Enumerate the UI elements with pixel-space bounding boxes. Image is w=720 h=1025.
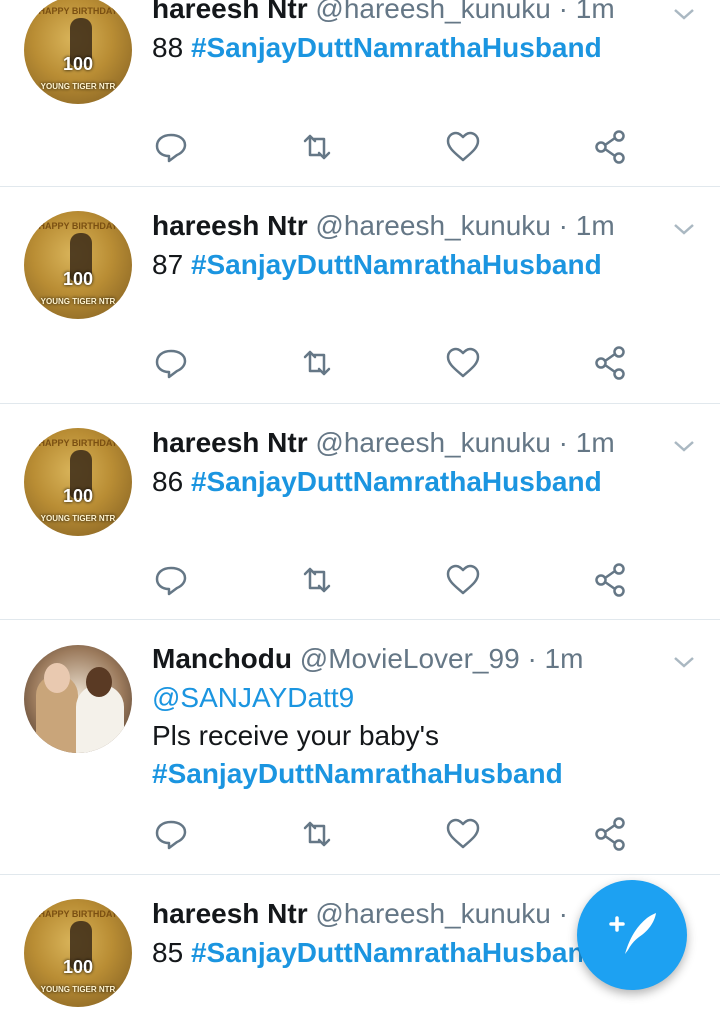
share-icon[interactable] <box>591 560 631 600</box>
avatar-caption-top: HAPPY BIRTHDAY <box>38 438 118 448</box>
avatar[interactable]: HAPPY BIRTHDAY 100 YOUNG TIGER NTR <box>24 0 132 104</box>
tweet-number: 87 <box>152 249 184 280</box>
retweet-icon[interactable] <box>297 127 337 167</box>
chevron-down-icon[interactable] <box>671 4 697 24</box>
user-handle[interactable]: @hareesh_kunuku <box>315 210 550 241</box>
tweet-actions <box>0 814 720 854</box>
avatar-caption-number: 100 <box>62 486 94 506</box>
heart-icon[interactable] <box>443 814 483 854</box>
tweet-actions <box>0 343 720 383</box>
avatar-person-head <box>86 667 112 697</box>
tweet-text: 88 #SanjayDuttNamrathaHusband <box>152 29 672 67</box>
retweet-icon[interactable] <box>297 814 337 854</box>
hashtag-link[interactable]: #SanjayDuttNamrathaHusband <box>152 755 672 793</box>
hashtag-link[interactable]: #SanjayDuttNamrathaHusband <box>191 937 582 968</box>
hashtag-link[interactable]: #SanjayDuttNamrathaHusband <box>191 466 602 497</box>
user-handle[interactable]: @hareesh_kunuku <box>315 0 550 24</box>
chevron-down-icon[interactable] <box>671 219 697 239</box>
reply-icon[interactable] <box>151 560 191 600</box>
avatar-caption-number: 100 <box>62 269 94 289</box>
tweet-text: 87 #SanjayDuttNamrathaHusband <box>152 246 672 284</box>
tweet-1[interactable]: HAPPY BIRTHDAY 100 YOUNG TIGER NTR haree… <box>0 0 720 187</box>
avatar-person-head <box>44 663 70 693</box>
tweet-time: · 1m <box>558 0 615 24</box>
user-name[interactable]: Manchodu <box>152 643 292 674</box>
retweet-icon[interactable] <box>297 343 337 383</box>
tweet-text: 86 #SanjayDuttNamrathaHusband <box>152 463 672 501</box>
compose-tweet-icon <box>609 913 656 954</box>
hashtag-link[interactable]: #SanjayDuttNamrathaHusband <box>191 249 602 280</box>
avatar-caption-bottom: YOUNG TIGER NTR <box>40 985 116 994</box>
reply-icon[interactable] <box>151 814 191 854</box>
reply-icon[interactable] <box>151 127 191 167</box>
share-icon[interactable] <box>591 343 631 383</box>
tweet-4[interactable]: Manchodu @MovieLover_99 · 1m @SANJAYDatt… <box>0 620 720 875</box>
compose-tweet-button[interactable] <box>577 880 687 990</box>
chevron-down-icon[interactable] <box>671 652 697 672</box>
share-icon[interactable] <box>591 814 631 854</box>
heart-icon[interactable] <box>443 127 483 167</box>
tweet-number: 88 <box>152 32 184 63</box>
tweet-time: · 1m <box>558 210 615 241</box>
user-handle[interactable]: @MovieLover_99 <box>300 643 520 674</box>
reply-icon[interactable] <box>151 343 191 383</box>
user-name[interactable]: hareesh Ntr <box>152 427 308 458</box>
avatar-caption-top: HAPPY BIRTHDAY <box>38 221 118 231</box>
tweet-number: 85 <box>152 937 184 968</box>
avatar[interactable]: HAPPY BIRTHDAY 100 YOUNG TIGER NTR <box>24 428 132 536</box>
avatar[interactable]: HAPPY BIRTHDAY 100 YOUNG TIGER NTR <box>24 899 132 1007</box>
tweet-3[interactable]: HAPPY BIRTHDAY 100 YOUNG TIGER NTR haree… <box>0 404 720 620</box>
tweet-header: hareesh Ntr @hareesh_kunuku · 1m <box>152 209 615 243</box>
tweet-number: 86 <box>152 466 184 497</box>
avatar-caption-top: HAPPY BIRTHDAY <box>38 6 118 16</box>
heart-icon[interactable] <box>443 560 483 600</box>
chevron-down-icon[interactable] <box>671 436 697 456</box>
tweet-header: Manchodu @MovieLover_99 · 1m <box>152 642 583 676</box>
avatar-caption-number: 100 <box>62 957 94 977</box>
tweet-time: · 1m <box>558 427 615 458</box>
tweet-header: hareesh Ntr @hareesh_kunuku · <box>152 897 568 931</box>
avatar-caption-bottom: YOUNG TIGER NTR <box>40 82 116 91</box>
avatar-caption-bottom: YOUNG TIGER NTR <box>40 297 116 306</box>
tweet-text: @SANJAYDatt9 Pls receive your baby's #Sa… <box>152 679 672 793</box>
heart-icon[interactable] <box>443 343 483 383</box>
user-name[interactable]: hareesh Ntr <box>152 898 308 929</box>
share-icon[interactable] <box>591 127 631 167</box>
tweet-time: · 1m <box>527 643 584 674</box>
tweet-time: · <box>558 898 568 929</box>
retweet-icon[interactable] <box>297 560 337 600</box>
user-name[interactable]: hareesh Ntr <box>152 0 308 24</box>
user-handle[interactable]: @hareesh_kunuku <box>315 898 550 929</box>
avatar[interactable]: HAPPY BIRTHDAY 100 YOUNG TIGER NTR <box>24 211 132 319</box>
avatar[interactable] <box>24 645 132 753</box>
tweet-actions <box>0 560 720 600</box>
tweet-2[interactable]: HAPPY BIRTHDAY 100 YOUNG TIGER NTR haree… <box>0 187 720 404</box>
avatar-caption-bottom: YOUNG TIGER NTR <box>40 514 116 523</box>
avatar-caption-top: HAPPY BIRTHDAY <box>38 909 118 919</box>
user-handle[interactable]: @hareesh_kunuku <box>315 427 550 458</box>
user-name[interactable]: hareesh Ntr <box>152 210 308 241</box>
hashtag-link[interactable]: #SanjayDuttNamrathaHusband <box>191 32 602 63</box>
tweet-header: hareesh Ntr @hareesh_kunuku · 1m <box>152 0 615 26</box>
tweet-actions <box>0 127 720 167</box>
mention-link[interactable]: @SANJAYDatt9 <box>152 679 672 717</box>
tweet-body-text: Pls receive your baby's <box>152 720 440 751</box>
avatar-caption-number: 100 <box>62 54 94 74</box>
tweet-header: hareesh Ntr @hareesh_kunuku · 1m <box>152 426 615 460</box>
tweet-text: 85 #SanjayDuttNamrathaHusband <box>152 934 582 972</box>
